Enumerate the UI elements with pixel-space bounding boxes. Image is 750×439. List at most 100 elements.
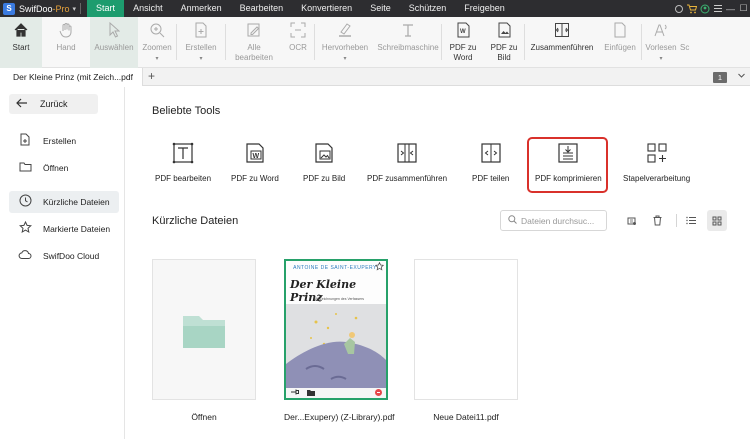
insert-icon bbox=[611, 21, 629, 39]
star-outline-icon[interactable] bbox=[374, 261, 385, 273]
sidebar-item-label: Öffnen bbox=[43, 163, 69, 173]
sidebar-item-label: Erstellen bbox=[43, 136, 77, 146]
menu-view[interactable]: Ansicht bbox=[124, 0, 172, 17]
edit-icon bbox=[245, 21, 263, 39]
split-pages-icon bbox=[480, 142, 502, 164]
maximize-button[interactable]: ☐ bbox=[737, 0, 750, 17]
compress-highlight-frame bbox=[527, 137, 608, 193]
insert-label: Einfügen bbox=[604, 43, 636, 52]
cart-icon[interactable] bbox=[685, 0, 698, 17]
sidebar-item-label: SwifDoo Cloud bbox=[43, 251, 100, 261]
menu-convert[interactable]: Konvertieren bbox=[292, 0, 361, 17]
sidebar-item-create[interactable]: Erstellen bbox=[9, 130, 119, 152]
svg-text:W: W bbox=[252, 153, 259, 160]
create-label: Erstellen ▾ bbox=[185, 43, 217, 62]
folder-open-icon bbox=[181, 312, 229, 352]
account-icon[interactable] bbox=[698, 0, 711, 17]
open-file-card[interactable] bbox=[152, 259, 256, 400]
open-file-label: Öffnen bbox=[191, 412, 217, 422]
search-input[interactable]: Dateien durchsuc... bbox=[500, 210, 607, 231]
trash-icon[interactable] bbox=[647, 210, 667, 231]
typewriter-icon bbox=[399, 21, 417, 39]
add-tab-button[interactable]: + bbox=[148, 68, 155, 86]
sidebar-item-recent[interactable]: Kürzliche Dateien bbox=[9, 191, 119, 213]
sidebar-item-label: Kürzliche Dateien bbox=[43, 197, 110, 207]
cloud-icon bbox=[18, 249, 32, 263]
tool-merge-pdf[interactable]: PDF zusammenführen bbox=[367, 142, 447, 183]
folder-icon bbox=[18, 161, 32, 175]
sidebar-item-label: Markierte Dateien bbox=[43, 224, 111, 234]
merge-button[interactable]: Zusammenführen bbox=[525, 17, 599, 68]
typewriter-button[interactable]: Schreibmaschine bbox=[375, 17, 441, 68]
menu-edit[interactable]: Bearbeiten bbox=[231, 0, 293, 17]
pdf-to-image-button[interactable]: PDF zu Bild bbox=[484, 17, 524, 68]
tool-label: PDF zu Word bbox=[231, 174, 279, 183]
highlighter-icon bbox=[336, 21, 354, 39]
highlight-label: Hervorheben ▾ bbox=[321, 43, 369, 62]
new-file-label: Neue Datei11.pdf bbox=[433, 412, 499, 422]
back-button[interactable]: Zurück bbox=[9, 94, 98, 114]
sidebar-item-starred[interactable]: Markierte Dateien bbox=[9, 218, 119, 240]
grid-view-icon[interactable] bbox=[707, 210, 727, 231]
folder-small-icon[interactable] bbox=[307, 388, 315, 398]
insert-button[interactable]: Einfügen bbox=[599, 17, 641, 68]
back-label: Zurück bbox=[40, 99, 68, 109]
read-aloud-button[interactable]: Vorlesen ▾ bbox=[642, 17, 680, 68]
typewriter-label: Schreibmaschine bbox=[377, 43, 439, 52]
start-button[interactable]: Start bbox=[0, 17, 42, 68]
menu-start[interactable]: Start bbox=[87, 0, 125, 17]
app-menu-caret[interactable]: ▾ bbox=[73, 5, 77, 13]
window-controls: — ☐ bbox=[672, 0, 750, 17]
menu-annotate[interactable]: Anmerken bbox=[172, 0, 231, 17]
theme-icon[interactable] bbox=[672, 0, 685, 17]
ribbon-overflow-item[interactable]: Sc bbox=[680, 17, 694, 68]
ocr-button[interactable]: OCR bbox=[282, 17, 314, 68]
home-icon bbox=[12, 21, 30, 39]
pdf-to-word-button[interactable]: W PDF zu Word bbox=[442, 17, 484, 68]
tool-split-pdf[interactable]: PDF teilen bbox=[472, 142, 509, 183]
batch-icon bbox=[646, 142, 668, 164]
create-icon bbox=[192, 21, 210, 39]
menu-protect[interactable]: Schützen bbox=[400, 0, 456, 17]
pin-icon[interactable] bbox=[291, 389, 299, 397]
document-tabbar: Der Kleine Prinz (mit Zeich...pdf + 1 bbox=[0, 68, 750, 86]
clock-icon bbox=[18, 194, 32, 210]
select-tool-button[interactable]: Auswählen bbox=[90, 17, 138, 68]
select-label: Auswählen bbox=[94, 43, 134, 52]
tool-edit-pdf[interactable]: PDF bearbeiten bbox=[155, 142, 211, 183]
minimize-button[interactable]: — bbox=[724, 0, 737, 17]
menubar: S SwifDoo-Pro ▾ Start Ansicht Anmerken B… bbox=[0, 0, 750, 17]
sidebar: Zurück Erstellen Öffnen Kürzliche Dateie… bbox=[0, 87, 125, 439]
list-view-icon[interactable] bbox=[681, 210, 701, 231]
book-cover: ANTOINE DE SAINT-EXUPERY Der Kleine Prin… bbox=[286, 261, 386, 398]
tab-count-badge: 1 bbox=[713, 72, 727, 83]
sidebar-item-cloud[interactable]: SwifDoo Cloud bbox=[9, 245, 119, 267]
tool-pdf-to-word[interactable]: W PDF zu Word bbox=[231, 142, 279, 183]
tool-label: PDF teilen bbox=[472, 174, 510, 183]
menu-lines-icon[interactable] bbox=[711, 0, 724, 17]
remove-icon[interactable] bbox=[375, 388, 382, 398]
create-button[interactable]: Erstellen ▾ bbox=[177, 17, 225, 68]
read-aloud-icon bbox=[652, 21, 670, 39]
menu-page[interactable]: Seite bbox=[361, 0, 400, 17]
toolbar-divider bbox=[676, 214, 677, 227]
tool-pdf-to-image[interactable]: PDF zu Bild bbox=[303, 142, 345, 183]
pdf-to-word-label: PDF zu Word bbox=[449, 43, 477, 62]
menu-share[interactable]: Freigeben bbox=[455, 0, 514, 17]
highlight-button[interactable]: Hervorheben ▾ bbox=[315, 17, 375, 68]
text-edit-icon bbox=[172, 142, 194, 164]
chevron-down-icon[interactable] bbox=[737, 71, 746, 82]
hand-tool-button[interactable]: Hand bbox=[42, 17, 90, 68]
zoom-label: Zoomen ▾ bbox=[142, 43, 172, 62]
create-file-icon bbox=[18, 133, 32, 149]
zoom-button[interactable]: Zoomen ▾ bbox=[138, 17, 176, 68]
recent-file-card[interactable]: ANTOINE DE SAINT-EXUPERY Der Kleine Prin… bbox=[284, 259, 388, 400]
tool-batch-processing[interactable]: Stapelverarbeitung bbox=[623, 142, 690, 183]
app-name: SwifDoo-Pro bbox=[19, 3, 70, 14]
document-tab[interactable]: Der Kleine Prinz (mit Zeich...pdf bbox=[0, 68, 143, 86]
sidebar-item-open[interactable]: Öffnen bbox=[9, 157, 119, 179]
edit-all-button[interactable]: Alle bearbeiten bbox=[226, 17, 282, 68]
clean-icon[interactable] bbox=[621, 210, 641, 231]
ribbon-overflow-label: Sc bbox=[680, 43, 690, 52]
new-file-card[interactable] bbox=[414, 259, 518, 400]
